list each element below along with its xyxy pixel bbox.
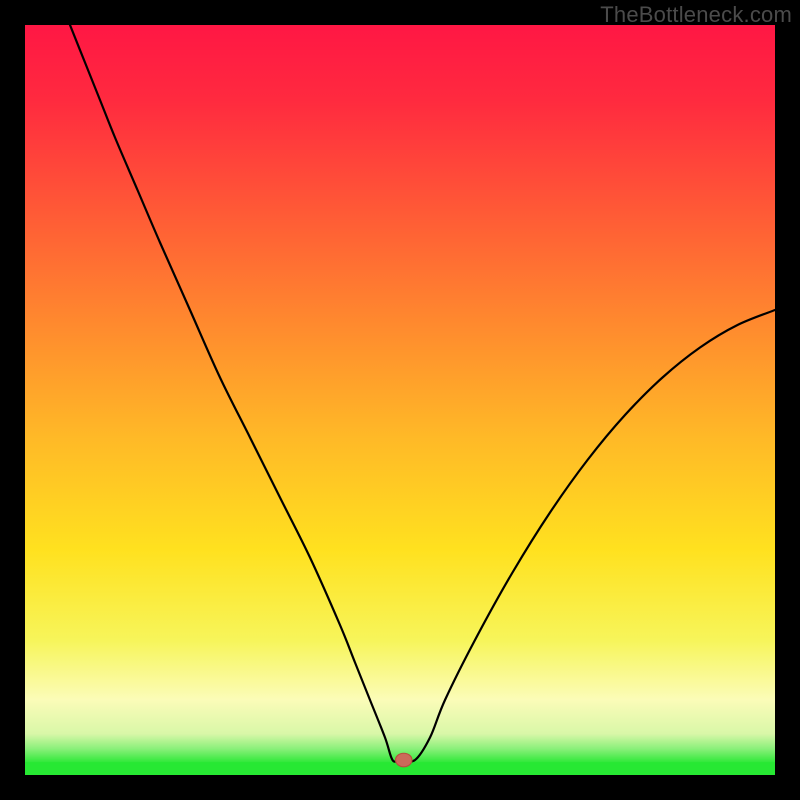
optimal-point-marker [396,753,413,767]
watermark-text: TheBottleneck.com [600,2,792,28]
chart-frame: TheBottleneck.com [0,0,800,800]
bottleneck-chart [25,25,775,775]
gradient-background [25,25,775,775]
